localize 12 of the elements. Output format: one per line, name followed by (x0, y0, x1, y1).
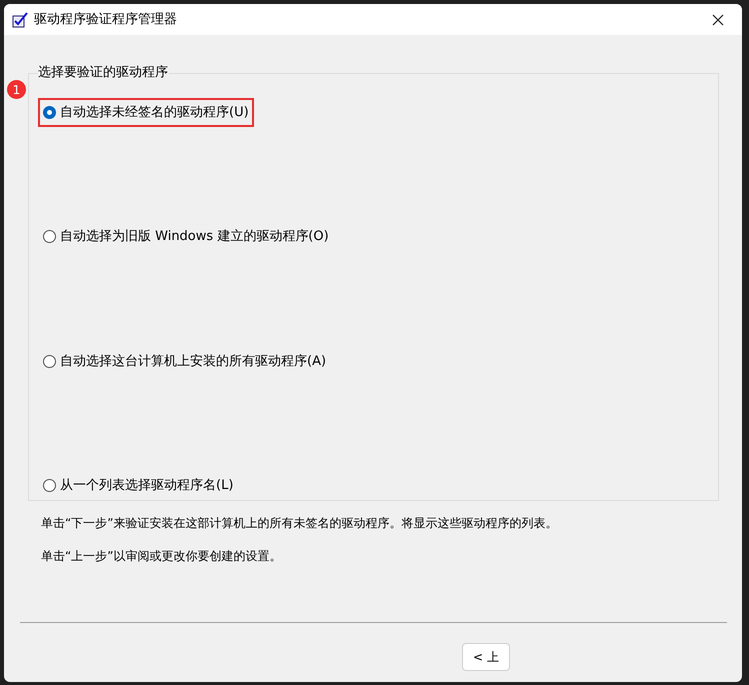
radio-option[interactable]: 自动选择未经签名的驱动程序(U) (38, 98, 254, 126)
window-title: 驱动程序验证程序管理器 (34, 10, 177, 29)
checklist-icon (12, 12, 28, 28)
close-icon (711, 12, 725, 26)
instruction-text: 单击“下一步”来验证安装在这部计算机上的所有未签名的驱动程序。将显示这些驱动程序的列表。 (41, 515, 558, 532)
instruction-text: 单击“上一步”以审阅或更改你要创建的设置。 (41, 548, 282, 565)
radio-option[interactable]: 自动选择为旧版 Windows 建立的驱动程序(O) (38, 222, 334, 251)
annotation-marker: 1 (7, 80, 26, 99)
radio-option[interactable]: 自动选择这台计算机上安装的所有驱动程序(A) (38, 347, 332, 376)
radio-option[interactable]: 从一个列表选择驱动程序名(L) (38, 472, 238, 500)
back-button[interactable]: < 上 (462, 643, 510, 671)
group-legend: 选择要验证的驱动程序 (37, 65, 169, 81)
